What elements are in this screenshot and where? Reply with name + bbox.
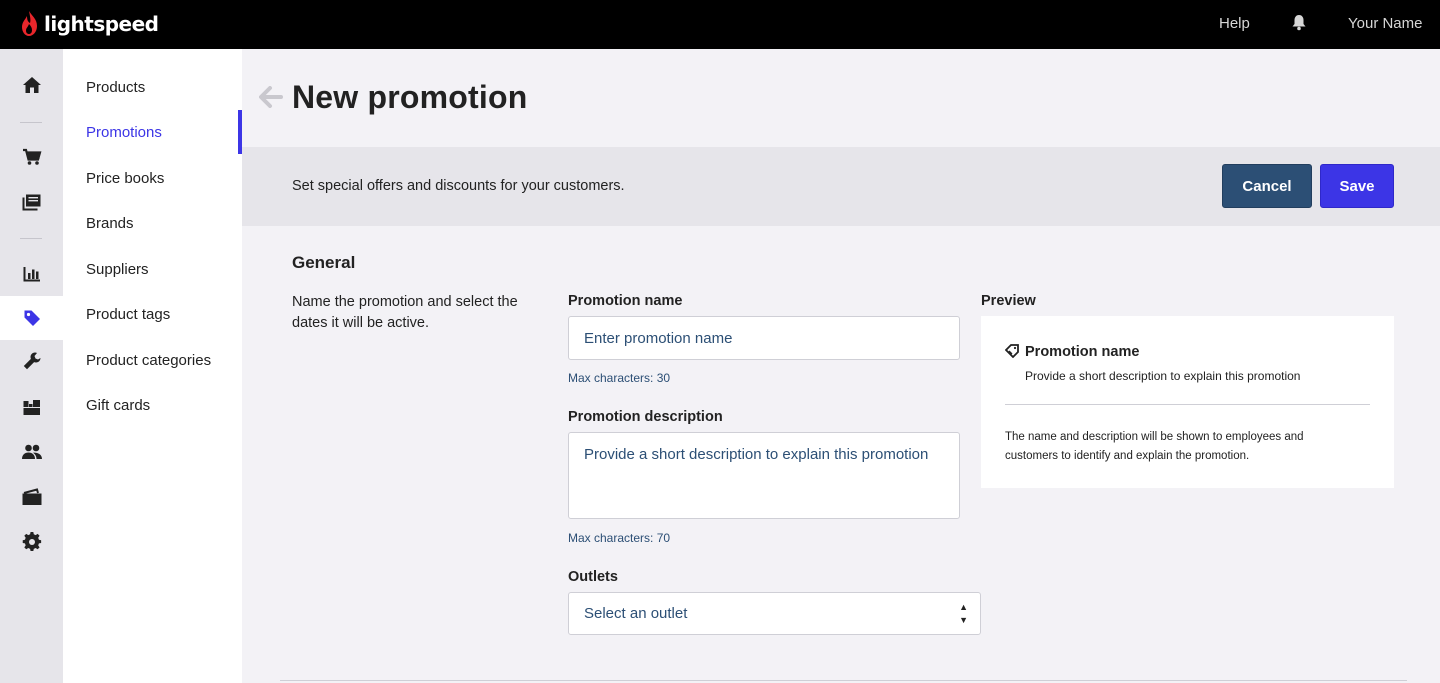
user-menu[interactable]: Your Name xyxy=(1348,15,1423,32)
flame-icon xyxy=(22,11,37,36)
promotion-description-label: Promotion description xyxy=(568,409,723,425)
preview-card: Promotion name Provide a short descripti… xyxy=(981,316,1394,488)
reports-icon xyxy=(23,267,40,282)
lightspeed-logo[interactable]: lightspeed xyxy=(20,10,159,38)
tag-icon xyxy=(24,310,40,326)
promotion-description-hint: Max characters: 70 xyxy=(568,531,671,545)
subnav-item-promotions[interactable]: Promotions xyxy=(86,124,162,141)
wallet-icon xyxy=(22,488,41,505)
inventory-icon xyxy=(23,400,40,415)
cart-icon xyxy=(22,148,41,165)
top-bar: lightspeed Help Your Name xyxy=(0,0,1440,49)
rail-payments[interactable] xyxy=(0,475,63,519)
wrench-icon xyxy=(23,352,40,370)
subnav-item-suppliers[interactable]: Suppliers xyxy=(86,261,149,278)
bell-icon[interactable] xyxy=(1291,14,1307,36)
subnav-item-brands[interactable]: Brands xyxy=(86,215,134,232)
products-subnav: Products Promotions Price books Brands S… xyxy=(63,49,242,683)
band-description: Set special offers and discounts for you… xyxy=(292,178,625,194)
subnav-item-gift-cards[interactable]: Gift cards xyxy=(86,397,150,414)
section-description: Name the promotion and select the dates … xyxy=(292,294,518,331)
promotion-name-label: Promotion name xyxy=(568,293,683,309)
select-arrows-icon: ▲ ▼ xyxy=(959,602,968,625)
outlets-select-value: Select an outlet xyxy=(584,605,688,622)
back-arrow-icon[interactable] xyxy=(259,86,283,113)
gear-icon xyxy=(22,532,41,552)
promotion-description-textarea[interactable]: Provide a short description to explain t… xyxy=(568,432,960,519)
promotion-name-hint: Max characters: 30 xyxy=(568,371,671,385)
section-title-general: General xyxy=(292,253,356,272)
preview-note: The name and description will be shown t… xyxy=(1005,431,1304,462)
rail-reports[interactable] xyxy=(0,252,63,296)
preview-divider xyxy=(1005,404,1370,405)
rail-catalog[interactable] xyxy=(0,180,63,224)
page-title: New promotion xyxy=(292,79,528,115)
catalog-icon xyxy=(22,194,40,211)
rail-customers[interactable] xyxy=(0,430,63,474)
section-divider xyxy=(280,680,1407,681)
icon-rail xyxy=(0,49,63,683)
customers-icon xyxy=(21,444,42,459)
preview-promotion-description: Provide a short description to explain t… xyxy=(1025,369,1301,383)
home-icon xyxy=(22,77,41,93)
brand-name: lightspeed xyxy=(44,12,159,36)
rail-home[interactable] xyxy=(0,63,63,107)
outlets-select[interactable]: Select an outlet ▲ ▼ xyxy=(568,592,981,635)
rail-setup[interactable] xyxy=(0,339,63,383)
outlets-label: Outlets xyxy=(568,569,618,585)
subnav-item-products[interactable]: Products xyxy=(86,79,145,96)
save-button[interactable]: Save xyxy=(1320,164,1394,208)
subnav-item-product-tags[interactable]: Product tags xyxy=(86,306,170,323)
cancel-button[interactable]: Cancel xyxy=(1222,164,1312,208)
rail-sell[interactable] xyxy=(0,135,63,179)
preview-label: Preview xyxy=(981,293,1036,309)
rail-promotions[interactable] xyxy=(0,296,63,340)
preview-promotion-name: Promotion name xyxy=(1025,344,1140,360)
rail-inventory[interactable] xyxy=(0,385,63,429)
help-link[interactable]: Help xyxy=(1219,15,1250,32)
promotion-name-input[interactable]: Enter promotion name xyxy=(568,316,960,360)
tag-icon xyxy=(1004,344,1019,363)
subnav-item-product-categories[interactable]: Product categories xyxy=(86,352,211,369)
rail-settings[interactable] xyxy=(0,520,63,564)
subnav-item-price-books[interactable]: Price books xyxy=(86,170,164,187)
